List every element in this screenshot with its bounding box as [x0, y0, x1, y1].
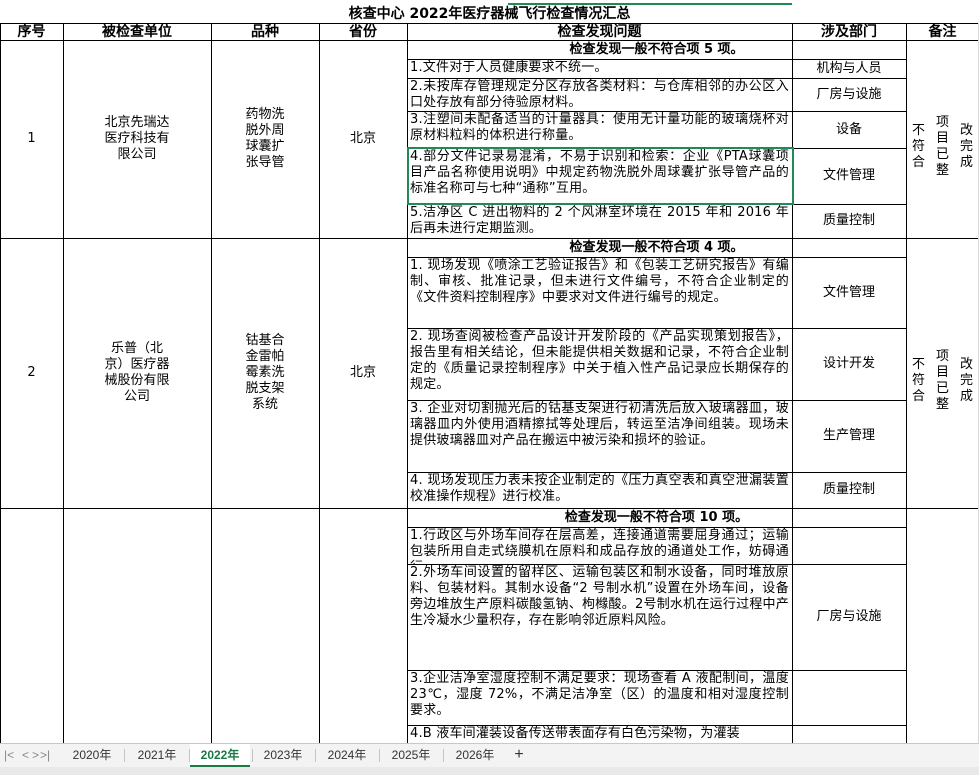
prev-sheet-icon[interactable]: <: [22, 748, 29, 762]
remark-column: 改完成: [960, 123, 974, 170]
remark-column: 不符合: [912, 123, 926, 170]
issue-text[interactable]: 4.B 液车间灌装设备传送带表面存有白色污染物，为灌装: [407, 725, 792, 743]
department[interactable]: 生产管理: [792, 400, 906, 472]
grid-line: [407, 111, 906, 112]
grid-line: [407, 564, 906, 565]
last-sheet-icon[interactable]: >|: [40, 748, 50, 762]
spreadsheet-grid[interactable]: 核查中心 2022年医疗器械飞行检查情况汇总 序号 被检查单位 品种 省份 检查发现问题…: [0, 0, 979, 743]
company-name[interactable]: 北京先瑞达医疗科技有限公司: [67, 40, 207, 238]
header-no[interactable]: 序号: [0, 23, 63, 40]
selected-cell-border: [407, 147, 794, 205]
header-province[interactable]: 省份: [319, 23, 407, 40]
company-name[interactable]: [67, 508, 207, 743]
remark-cell[interactable]: 不符合 项目已整 改完成: [906, 238, 979, 508]
issue-text[interactable]: 1.行政区与外场车间存在层高差，连接通道需要屈身通过；运输包装所用自走式绕膜机在…: [407, 527, 792, 564]
add-sheet-button[interactable]: +: [508, 744, 530, 767]
grid-line: [211, 23, 212, 743]
remark-column: 改完成: [960, 357, 974, 404]
grid-line: [407, 328, 906, 329]
header-company[interactable]: 被检查单位: [63, 23, 211, 40]
sheet-tab[interactable]: 2024年: [317, 744, 377, 767]
issue-summary[interactable]: 检查发现一般不符合项 10 项。: [407, 509, 906, 528]
grid-line: [0, 23, 979, 24]
tab-separator: [124, 749, 125, 762]
product-name[interactable]: [215, 508, 315, 743]
grid-line: [0, 40, 979, 41]
grid-line: [407, 527, 906, 528]
issue-text[interactable]: 4. 现场发现压力表未按企业制定的《压力真空表和真空泄漏装置校准操作规程》进行校…: [407, 472, 792, 508]
issue-text[interactable]: 1.文件对于人员健康要求不统一。: [407, 59, 792, 78]
tab-separator: [379, 749, 380, 762]
grid-line: [407, 23, 408, 743]
row-number[interactable]: [4, 508, 59, 743]
sheet-tab-bar: |< < > >| 2020年 2021年 2022年 2023年 2024年 2025年…: [0, 743, 979, 767]
department[interactable]: 机构与人员: [792, 59, 906, 78]
grid-line: [508, 3, 792, 5]
department[interactable]: 厂房与设施: [792, 564, 906, 670]
tab-separator: [315, 749, 316, 762]
issue-summary[interactable]: 检查发现一般不符合项 5 项。: [407, 41, 906, 60]
department[interactable]: 设备: [792, 111, 906, 148]
grid-line: [407, 257, 906, 258]
sheet-tab[interactable]: 2023年: [253, 744, 313, 767]
sheet-tab[interactable]: 2025年: [381, 744, 441, 767]
remark-cell[interactable]: 不符合 项目已整 改完成: [906, 40, 979, 238]
sheet-title[interactable]: 核查中心 2022年医疗器械飞行检查情况汇总: [0, 5, 979, 23]
issue-text[interactable]: 5.洁净区 C 进出物料的 2 个风淋室环境在 2015 年和 2016 年后再…: [407, 204, 792, 238]
product-name[interactable]: 钴基合金雷帕霉素洗脱支架系统: [215, 238, 315, 508]
row-number[interactable]: 2: [4, 238, 59, 508]
department[interactable]: 质量控制: [792, 472, 906, 508]
grid-line: [0, 508, 979, 509]
grid-line: [407, 78, 906, 79]
department[interactable]: 文件管理: [792, 148, 906, 204]
grid-line: [0, 238, 979, 239]
tab-separator: [443, 749, 444, 762]
issue-text[interactable]: 2.外场车间设置的留样区、运输包装区和制水设备，同时堆放原料、包装材料。其制水设…: [407, 564, 792, 670]
product-name[interactable]: 药物洗脱外周球囊扩张导管: [215, 40, 315, 238]
department[interactable]: 文件管理: [792, 257, 906, 328]
remark-column: 项目已整: [936, 349, 950, 412]
header-issues[interactable]: 检查发现问题: [407, 23, 792, 40]
grid-line: [407, 472, 906, 473]
sheet-tab[interactable]: 2021年: [127, 744, 187, 767]
grid-line: [906, 23, 907, 743]
remark-column: 项目已整: [936, 115, 950, 178]
grid-line: [0, 23, 1, 743]
province[interactable]: 北京: [323, 40, 403, 238]
grid-line: [63, 23, 64, 743]
issue-text[interactable]: 1. 现场发现《喷涂工艺验证报告》和《包装工艺研究报告》有编制、审核、批准记录，…: [407, 257, 792, 328]
grid-line: [407, 400, 906, 401]
sheet-tab[interactable]: 2020年: [62, 744, 122, 767]
company-name[interactable]: 乐普（北京）医疗器械股份有限公司: [67, 238, 207, 508]
province[interactable]: 北京: [323, 238, 403, 508]
issue-text[interactable]: 3.企业洁净室湿度控制不满足要求：现场查看 A 液配制间，温度 23℃，湿度 7…: [407, 670, 792, 725]
header-remark[interactable]: 备注: [906, 23, 979, 40]
issue-text[interactable]: 3.注塑间未配备适当的计量器具：使用无计量功能的玻璃烧杯对原材料粒料的体积进行称…: [407, 111, 792, 148]
sheet-tab[interactable]: 2022年: [190, 744, 250, 767]
row-number[interactable]: 1: [4, 40, 59, 238]
grid-line: [792, 23, 793, 743]
department[interactable]: 质量控制: [792, 204, 906, 238]
sheet-tab[interactable]: 2026年: [445, 744, 505, 767]
department[interactable]: 设计开发: [792, 328, 906, 400]
issue-text[interactable]: 2. 现场查阅被检查产品设计开发阶段的《产品实现策划报告》，报告里有相关结论，但…: [407, 328, 792, 400]
remark-column: 不符合: [912, 357, 926, 404]
grid-line: [407, 59, 906, 60]
province[interactable]: [323, 508, 403, 743]
grid-line: [319, 23, 320, 743]
header-product[interactable]: 品种: [211, 23, 319, 40]
grid-line: [407, 725, 906, 726]
next-sheet-icon[interactable]: >: [32, 748, 39, 762]
grid-line: [407, 670, 906, 671]
department[interactable]: 厂房与设施: [792, 78, 906, 111]
issue-summary[interactable]: 检查发现一般不符合项 4 项。: [407, 239, 906, 258]
issue-text[interactable]: 2.未按库存管理规定分区存放各类材料：与仓库相邻的办公区入口处存放有部分待验原材…: [407, 78, 792, 111]
header-department[interactable]: 涉及部门: [792, 23, 906, 40]
first-sheet-icon[interactable]: |<: [4, 748, 14, 762]
status-bar: [0, 767, 979, 775]
issue-text[interactable]: 3. 企业对切割抛光后的钴基支架进行初清洗后放入玻璃器皿，玻璃器皿内外使用酒精擦…: [407, 400, 792, 472]
